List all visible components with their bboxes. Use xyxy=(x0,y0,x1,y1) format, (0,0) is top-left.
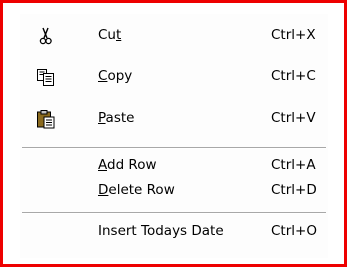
menu-separator xyxy=(22,212,326,214)
menu-item-label: Paste xyxy=(98,110,135,126)
menu-item-shortcut: Ctrl+O xyxy=(271,223,317,239)
menu-item-label: Cut xyxy=(98,27,122,43)
menu-item-shortcut: Ctrl+D xyxy=(271,182,317,198)
scissors-icon xyxy=(36,26,56,46)
highlight-frame: Cut Ctrl+X Copy Ctrl+C Paste Ctrl+V Add … xyxy=(0,0,347,267)
menu-item-label: Insert Todays Date xyxy=(98,223,224,239)
menu-item-shortcut: Ctrl+X xyxy=(271,27,316,43)
menu-item-label: Copy xyxy=(98,68,133,84)
menu-item-label: Delete Row xyxy=(98,182,175,198)
menu-item-insert-todays-date[interactable]: Insert Todays Date Ctrl+O xyxy=(20,217,328,247)
context-menu: Cut Ctrl+X Copy Ctrl+C Paste Ctrl+V Add … xyxy=(20,14,328,258)
menu-item-shortcut: Ctrl+C xyxy=(271,68,316,84)
menu-separator xyxy=(22,147,326,149)
menu-item-shortcut: Ctrl+V xyxy=(271,110,316,126)
menu-item-shortcut: Ctrl+A xyxy=(271,157,316,173)
menu-item-cut[interactable]: Cut Ctrl+X xyxy=(20,21,328,51)
copy-icon xyxy=(36,67,56,87)
paste-icon xyxy=(36,109,56,129)
menu-item-delete-row[interactable]: Delete Row Ctrl+D xyxy=(20,176,328,206)
menu-item-copy[interactable]: Copy Ctrl+C xyxy=(20,62,328,92)
menu-item-label: Add Row xyxy=(98,157,157,173)
menu-item-paste[interactable]: Paste Ctrl+V xyxy=(20,104,328,134)
